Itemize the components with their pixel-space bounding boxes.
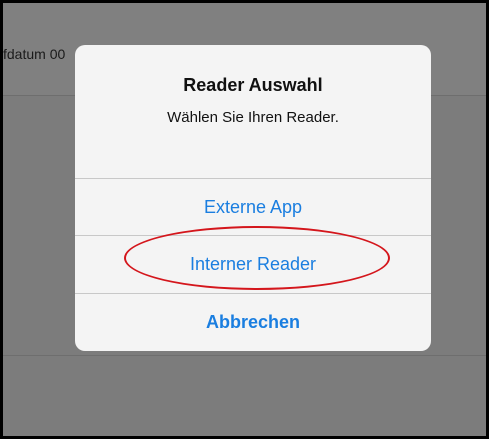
external-app-button[interactable]: Externe App [75, 179, 431, 235]
cancel-button[interactable]: Abbrechen [75, 294, 431, 351]
background-date-label: fdatum 00 [3, 46, 66, 62]
dialog-message: Wählen Sie Ihren Reader. [167, 109, 339, 126]
background-divider [3, 355, 486, 356]
internal-reader-button[interactable]: Interner Reader [75, 236, 431, 293]
reader-selection-dialog: Reader Auswahl Wählen Sie Ihren Reader. … [75, 45, 431, 351]
screen: fdatum 00 Reader Auswahl Wählen Sie Ihre… [0, 0, 489, 439]
dialog-title: Reader Auswahl [183, 75, 323, 95]
